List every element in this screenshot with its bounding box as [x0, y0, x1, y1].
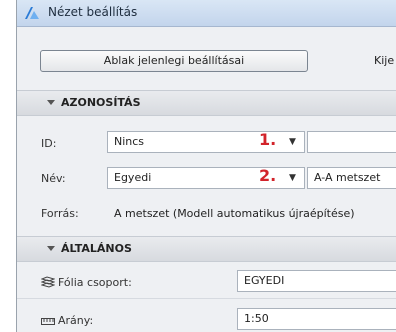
collapse-triangle-icon[interactable] [47, 100, 55, 105]
scale-label: Arány: [58, 314, 94, 327]
layer-group-value: EGYEDI [244, 274, 285, 287]
annotation-marker-2: 2. [259, 166, 277, 185]
row-divider [17, 298, 396, 299]
scale-field[interactable]: 1:50 [237, 308, 396, 330]
id-dropdown-value: Nincs [114, 135, 145, 148]
name-text-value: A-A metszet [314, 171, 381, 184]
name-dropdown-value: Egyedi [114, 171, 152, 184]
id-label: ID: [41, 137, 57, 150]
layers-icon [41, 276, 55, 288]
second-toolbar-button-label[interactable]: Kije [374, 54, 394, 67]
identification-section-label: AZONOSÍTÁS [61, 96, 141, 109]
layer-group-field[interactable]: EGYEDI [237, 270, 396, 292]
ruler-icon [41, 318, 55, 325]
name-text-field[interactable]: A-A metszet [307, 167, 396, 189]
collapse-triangle-icon[interactable] [47, 246, 55, 251]
identification-section-header[interactable]: AZONOSÍTÁS [17, 90, 396, 116]
layer-group-label: Fólia csoport: [58, 276, 132, 289]
current-window-settings-button[interactable]: Ablak jelenlegi beállításai [40, 50, 308, 72]
name-label: Név: [41, 172, 66, 185]
id-text-field[interactable] [307, 131, 396, 153]
dropdown-arrow-icon[interactable]: ▼ [289, 137, 296, 147]
title-bar: Nézet beállítás [17, 0, 396, 27]
source-value: A metszet (Modell automatikus újraépítés… [114, 207, 355, 220]
view-settings-window: Nézet beállítás Ablak jelenlegi beállítá… [16, 0, 396, 332]
source-label: Forrás: [41, 207, 79, 220]
archicad-icon [25, 7, 39, 19]
window-title: Nézet beállítás [48, 5, 138, 19]
scale-value: 1:50 [244, 312, 269, 325]
general-section-header[interactable]: ÁLTALÁNOS [17, 236, 396, 262]
dropdown-arrow-icon[interactable]: ▼ [289, 173, 296, 183]
annotation-marker-1: 1. [259, 130, 277, 149]
general-section-label: ÁLTALÁNOS [61, 242, 132, 255]
